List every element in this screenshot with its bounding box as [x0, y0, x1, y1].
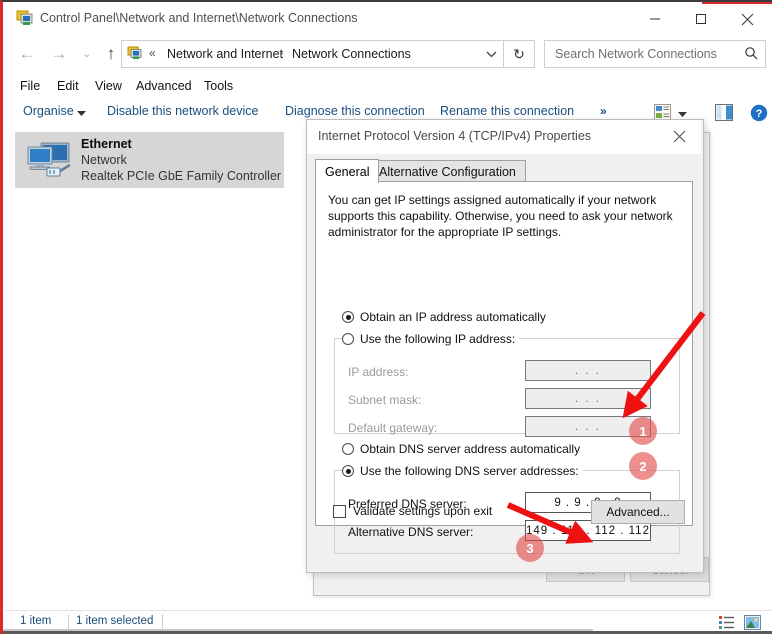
- checkbox-label: Validate settings upon exit: [353, 504, 493, 518]
- window-title: Control Panel\Network and Internet\Netwo…: [40, 11, 358, 25]
- dialog-description: You can get IP settings assigned automat…: [328, 193, 673, 239]
- radio-obtain-dns-automatically[interactable]: Obtain DNS server address automatically: [342, 442, 580, 456]
- radio-obtain-ip-automatically[interactable]: Obtain an IP address automatically: [342, 310, 546, 324]
- svg-text:?: ?: [756, 108, 763, 120]
- command-disable-device[interactable]: Disable this network device: [107, 104, 258, 118]
- list-item-network: Network: [81, 153, 127, 167]
- list-item-name: Ethernet: [81, 137, 132, 151]
- chevron-down-icon[interactable]: [478, 41, 504, 67]
- status-divider: [162, 614, 163, 629]
- advanced-button[interactable]: Advanced...: [591, 500, 685, 524]
- command-diagnose[interactable]: Diagnose this connection: [285, 104, 425, 118]
- radio-label: Obtain an IP address automatically: [360, 310, 546, 324]
- dialog-close-button[interactable]: [657, 120, 701, 153]
- radio-indicator: [342, 465, 354, 477]
- breadcrumb-network-and-internet[interactable]: Network and Internet: [167, 47, 283, 61]
- checkbox-validate-settings[interactable]: Validate settings upon exit: [333, 504, 492, 518]
- input-ip-address[interactable]: . . .: [525, 360, 651, 381]
- input-value: 149 . 112 . 112 . 112: [526, 524, 650, 537]
- breadcrumb-network-connections[interactable]: Network Connections: [292, 47, 411, 61]
- ethernet-adapter-icon: [27, 142, 71, 177]
- address-bar-row: ← → ⌄ ↑ « Network and Internet › Network…: [6, 34, 772, 74]
- recent-locations-button[interactable]: ⌄: [74, 42, 100, 66]
- annotation-badge-2: 2: [629, 452, 657, 480]
- screenshot-frame: Control Panel\Network and Internet\Netwo…: [0, 0, 772, 634]
- tab-alternative-configuration[interactable]: Alternative Configuration: [369, 160, 526, 182]
- view-dropdown-caret-icon[interactable]: [678, 109, 687, 119]
- radio-label: Obtain DNS server address automatically: [360, 442, 581, 456]
- dialog-title-bar: Internet Protocol Version 4 (TCP/IPv4) P…: [307, 120, 701, 154]
- dialog-tabstrip: General Alternative Configuration: [315, 159, 693, 183]
- radio-label: Use the following IP address:: [360, 332, 516, 346]
- back-button[interactable]: ←: [14, 42, 40, 66]
- menu-file[interactable]: File: [20, 79, 40, 93]
- radio-indicator: [342, 443, 354, 455]
- annotation-badge-1: 1: [629, 417, 657, 445]
- minimize-button[interactable]: [632, 4, 678, 34]
- checkbox-indicator: [333, 504, 346, 518]
- menu-view[interactable]: View: [95, 79, 122, 93]
- menu-edit[interactable]: Edit: [57, 79, 79, 93]
- list-item-adapter: Realtek PCIe GbE Family Controller: [81, 169, 282, 183]
- command-rename[interactable]: Rename this connection: [440, 104, 574, 118]
- refresh-icon[interactable]: ↻: [503, 41, 534, 67]
- radio-indicator: [342, 311, 354, 323]
- close-button[interactable]: [724, 4, 770, 34]
- network-connections-icon: [16, 10, 33, 25]
- radio-indicator: [342, 333, 354, 345]
- radio-label: Use the following DNS server addresses:: [360, 464, 579, 478]
- status-item-count: 1 item: [20, 615, 52, 627]
- menu-tools[interactable]: Tools: [204, 79, 233, 93]
- search-input[interactable]: Search Network Connections: [544, 40, 766, 68]
- preview-pane-icon[interactable]: [715, 104, 733, 124]
- command-overflow-button[interactable]: »: [600, 104, 607, 118]
- annotation-badge-3: 3: [516, 534, 544, 562]
- input-subnet-mask[interactable]: . . .: [525, 388, 651, 409]
- menu-advanced[interactable]: Advanced: [136, 79, 192, 93]
- breadcrumb-separator-icon[interactable]: ›: [280, 48, 283, 59]
- search-placeholder: Search Network Connections: [555, 47, 717, 61]
- help-icon[interactable]: ?: [750, 104, 768, 125]
- breadcrumb-overflow-chevrons[interactable]: «: [149, 46, 156, 60]
- forward-button[interactable]: →: [46, 42, 72, 66]
- maximize-button[interactable]: [678, 4, 724, 34]
- window-title-bar: Control Panel\Network and Internet\Netwo…: [6, 4, 772, 34]
- label-default-gateway: Default gateway:: [348, 421, 438, 435]
- status-divider: [68, 614, 69, 629]
- tab-general[interactable]: General: [315, 159, 380, 183]
- chevron-down-icon[interactable]: [77, 108, 86, 118]
- label-ip-address: IP address:: [348, 365, 409, 379]
- list-item[interactable]: Ethernet Network Realtek PCIe GbE Family…: [15, 132, 284, 188]
- input-value: . . .: [575, 364, 601, 377]
- address-network-icon: [127, 46, 142, 59]
- dialog-title: Internet Protocol Version 4 (TCP/IPv4) P…: [318, 129, 592, 143]
- command-organise[interactable]: Organise: [23, 104, 74, 118]
- label-subnet-mask: Subnet mask:: [348, 393, 422, 407]
- status-selected-count: 1 item selected: [76, 615, 154, 627]
- radio-use-following-ip[interactable]: Use the following IP address:: [342, 332, 520, 346]
- label-alternative-dns: Alternative DNS server:: [348, 525, 474, 539]
- address-bar[interactable]: « Network and Internet › Network Connect…: [121, 40, 535, 68]
- radio-use-following-dns[interactable]: Use the following DNS server addresses:: [342, 464, 583, 478]
- input-value: . . .: [575, 392, 601, 405]
- menu-bar: File Edit View Advanced Tools: [6, 76, 772, 99]
- ipv4-properties-dialog: Internet Protocol Version 4 (TCP/IPv4) P…: [306, 119, 704, 573]
- search-icon[interactable]: [744, 46, 758, 63]
